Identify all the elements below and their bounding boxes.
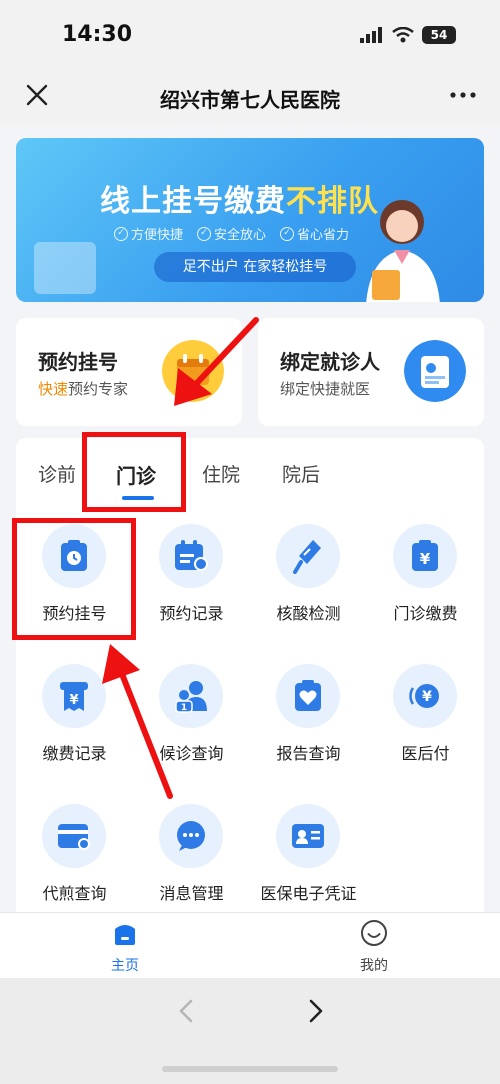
annotation-box-book-appointment (12, 518, 136, 640)
grid-item-payment-records[interactable]: ¥ 缴费记录 (16, 664, 133, 784)
status-time: 14:30 (62, 22, 133, 47)
grid-item-message-management[interactable]: 消息管理 (133, 804, 250, 924)
signal-icon (360, 27, 382, 43)
tabbar-home[interactable]: 主页 (95, 919, 155, 975)
grid-item-nucleic-acid-test[interactable]: 核酸检测 (250, 524, 367, 644)
grid-label: 候诊查询 (159, 744, 224, 763)
id-badge-icon (404, 340, 466, 402)
check-icon: ✓ (114, 226, 128, 241)
grid-label: 代煎查询 (42, 884, 107, 903)
check-icon: ✓ (280, 226, 295, 241)
grid-label: 报告查询 (276, 744, 341, 763)
people-queue-icon: 1 (159, 664, 223, 728)
medical-kit-icon (34, 242, 96, 294)
grid-label: 医保电子凭证 (260, 884, 357, 903)
wifi-icon (392, 27, 414, 43)
payment-clipboard-icon: ¥ (393, 524, 457, 588)
nurse-illustration-icon (366, 200, 440, 302)
banner-title-main: 线上挂号缴费 (100, 184, 286, 219)
tabbar-me-label: 我的 (360, 958, 388, 974)
receipt-icon: ¥ (42, 664, 106, 728)
home-icon (115, 925, 135, 945)
swab-icon (276, 524, 340, 588)
svg-text:1: 1 (181, 703, 187, 713)
svg-text:¥: ¥ (69, 693, 78, 708)
grid-label: 预约记录 (159, 604, 224, 623)
wallet-icon (42, 804, 106, 868)
bind-patient-card[interactable]: 绑定就诊人 绑定快捷就医 (258, 318, 484, 426)
bind-patient-title: 绑定就诊人 (280, 350, 380, 374)
status-icons: 54 (360, 26, 456, 44)
chat-bubble-icon (159, 804, 223, 868)
tab-pre-visit[interactable]: 诊前 (38, 460, 76, 487)
grid-label: 门诊缴费 (393, 604, 458, 623)
grid-item-waiting-query[interactable]: 1 候诊查询 (133, 664, 250, 784)
grid-label: 医后付 (401, 744, 450, 763)
book-appointment-title: 预约挂号 (38, 350, 118, 374)
grid-item-outpatient-payment[interactable]: ¥ 门诊缴费 (367, 524, 484, 644)
banner-tag-label: 安全放心 (214, 228, 267, 243)
banner-tag-label: 方便快捷 (131, 228, 184, 243)
svg-text:¥: ¥ (422, 689, 432, 705)
grid-label: 缴费记录 (42, 744, 107, 763)
battery-icon: 54 (422, 26, 456, 44)
bind-patient-subtitle: 绑定快捷就医 (280, 380, 371, 398)
browser-toolbar (0, 978, 500, 1084)
grid-label: 消息管理 (159, 884, 224, 903)
banner-tag-label: 省心省力 (297, 228, 350, 243)
heart-report-icon (276, 664, 340, 728)
calendar-gift-icon (162, 340, 224, 402)
banner-tag: ✓ 安全放心 (197, 224, 266, 243)
grid-label: 核酸检测 (276, 604, 341, 623)
annotation-box-tab (82, 432, 186, 512)
grid-item-decoction-query[interactable]: 代煎查询 (16, 804, 133, 924)
calendar-icon (159, 524, 223, 588)
banner-tag: ✓ 方便快捷 (114, 224, 183, 243)
banner-title: 线上挂号缴费不排队 (100, 176, 379, 220)
grid-item-appointment-records[interactable]: 预约记录 (133, 524, 250, 644)
forward-arrow-icon[interactable] (300, 996, 330, 1026)
banner-pill: 足不出户 在家轻松挂号 (154, 252, 356, 282)
tab-post-visit[interactable]: 院后 (282, 460, 320, 487)
status-bar: 14:30 54 (0, 0, 500, 70)
svg-text:¥: ¥ (420, 550, 431, 568)
id-card-icon (276, 804, 340, 868)
tab-inpatient[interactable]: 住院 (202, 460, 240, 487)
grid-item-medical-insurance-voucher[interactable]: 医保电子凭证 (250, 804, 367, 924)
smile-icon (361, 920, 387, 946)
tabbar-me[interactable]: 我的 (344, 919, 404, 975)
tabbar-home-label: 主页 (111, 958, 139, 974)
banner-tag: ✓ 省心省力 (280, 224, 349, 243)
promo-banner[interactable]: 线上挂号缴费不排队 ✓ 方便快捷 ✓ 安全放心 ✓ 省心省力 足不出户 在家轻松挂号 (16, 138, 484, 302)
bottom-tab-bar: 主页 我的 (0, 912, 500, 978)
more-icon[interactable] (448, 80, 478, 110)
grid-item-report-query[interactable]: 报告查询 (250, 664, 367, 784)
page-title: 绍兴市第七人民医院 (160, 88, 340, 112)
home-indicator (162, 1066, 338, 1072)
yen-coin-icon: ¥ (393, 664, 457, 728)
check-icon: ✓ (197, 226, 212, 241)
subtitle-rest: 预约专家 (68, 380, 129, 398)
grid-item-pay-after-visit[interactable]: ¥ 医后付 (367, 664, 484, 784)
nav-bar: 绍兴市第七人民医院 (0, 70, 500, 126)
subtitle-highlight: 快速 (38, 380, 69, 398)
back-arrow-icon[interactable] (172, 996, 202, 1026)
book-appointment-card[interactable]: 预约挂号 快速预约专家 (16, 318, 242, 426)
book-appointment-subtitle: 快速预约专家 (38, 378, 128, 399)
banner-tags: ✓ 方便快捷 ✓ 安全放心 ✓ 省心省力 (114, 224, 349, 243)
